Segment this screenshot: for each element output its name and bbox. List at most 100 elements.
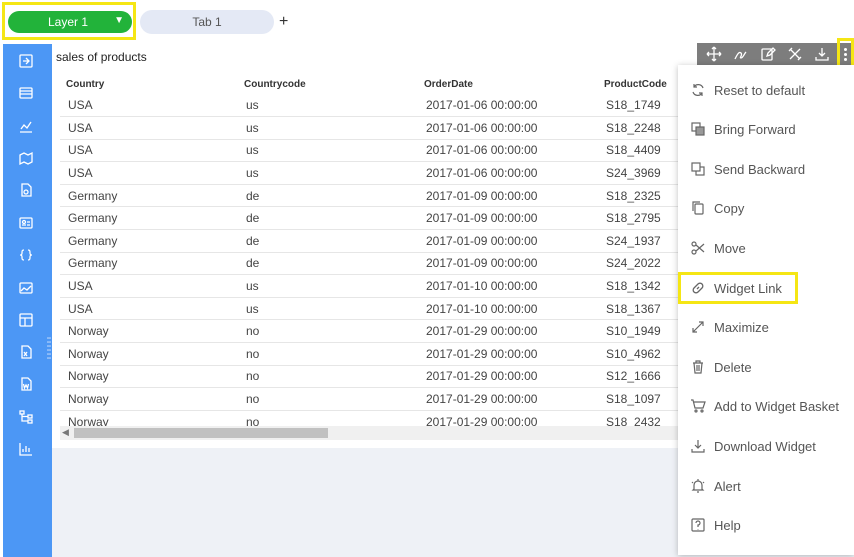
column-header[interactable]: Countrycode	[238, 74, 418, 94]
sidebar-layout-icon[interactable]	[17, 311, 35, 329]
table-cell: 2017-01-09 00:00:00	[418, 184, 598, 208]
table-cell: Germany	[60, 229, 238, 253]
help-icon	[690, 517, 706, 533]
menu-item-copy[interactable]: Copy	[678, 191, 854, 225]
table-cell: S24_2022	[598, 252, 678, 276]
table-cell: de	[238, 206, 418, 231]
menu-item-maximize[interactable]: Maximize	[678, 310, 854, 344]
menu-item-add-to-basket[interactable]: Add to Widget Basket	[678, 389, 854, 423]
table-row[interactable]: Norway no 2017-01-29 00:00:00 S10_4962	[60, 342, 678, 366]
menu-item-reset[interactable]: Reset to default	[678, 73, 854, 107]
table-cell: Germany	[60, 206, 238, 231]
menu-item-move[interactable]: Move	[678, 231, 854, 265]
table-cell: Norway	[60, 387, 238, 411]
table-cell: USA	[60, 116, 238, 140]
table-row[interactable]: Germany de 2017-01-09 00:00:00 S18_2325	[60, 184, 678, 208]
sidebar	[3, 44, 52, 557]
menu-item-help[interactable]: Help	[678, 508, 854, 542]
scroll-left-icon[interactable]: ◀	[62, 427, 69, 438]
table-cell: Germany	[60, 252, 238, 276]
table-cell: S18_2795	[598, 206, 678, 231]
table-cell: Norway	[60, 319, 238, 344]
column-header[interactable]: ProductCode	[598, 74, 678, 94]
table-cell: us	[238, 161, 418, 185]
table-row[interactable]: USA us 2017-01-06 00:00:00 S18_2248	[60, 116, 678, 140]
table-row[interactable]: Germany de 2017-01-09 00:00:00 S18_2795	[60, 206, 678, 231]
edit-icon[interactable]	[760, 46, 776, 62]
menu-item-alert[interactable]: Alert	[678, 469, 854, 503]
table-cell: 2017-01-06 00:00:00	[418, 94, 598, 118]
tools-icon[interactable]	[787, 46, 803, 62]
add-tab-button[interactable]: +	[279, 12, 288, 32]
more-options-icon[interactable]	[840, 43, 851, 65]
tab-1[interactable]: Tab 1	[140, 10, 274, 34]
table-cell: S24_3969	[598, 161, 678, 185]
table-cell: S18_1749	[598, 94, 678, 118]
download-toolbar-icon[interactable]	[814, 46, 830, 62]
horizontal-scrollbar[interactable]: ◀	[60, 426, 680, 440]
sidebar-report-icon[interactable]	[17, 440, 35, 458]
column-header[interactable]: OrderDate	[418, 74, 598, 94]
layer-dropdown[interactable]: Layer 1 ▼	[8, 11, 132, 33]
table-cell: 2017-01-06 00:00:00	[418, 161, 598, 185]
sidebar-code-icon[interactable]	[17, 246, 35, 264]
basket-icon	[690, 398, 706, 414]
table-cell: 2017-01-09 00:00:00	[418, 229, 598, 253]
menu-item-download-widget[interactable]: Download Widget	[678, 429, 854, 463]
menu-item-delete[interactable]: Delete	[678, 350, 854, 384]
table-cell: 2017-01-29 00:00:00	[418, 387, 598, 411]
scrollbar-thumb[interactable]	[74, 428, 328, 438]
table-cell: S18_1342	[598, 274, 678, 298]
table-cell: S10_1949	[598, 319, 678, 344]
table-cell: S18_4409	[598, 139, 678, 163]
sidebar-word-icon[interactable]	[17, 375, 35, 393]
data-table: Country Countrycode OrderDate ProductCod…	[60, 74, 678, 434]
refresh-icon	[690, 82, 706, 98]
table-cell: USA	[60, 139, 238, 163]
trash-icon	[690, 359, 706, 375]
menu-item-send-backward[interactable]: Send Backward	[678, 152, 854, 186]
maximize-icon	[690, 319, 706, 335]
bring-forward-icon	[690, 121, 706, 137]
table-row[interactable]: USA us 2017-01-10 00:00:00 S18_1342	[60, 274, 678, 298]
table-row[interactable]: USA us 2017-01-06 00:00:00 S24_3969	[60, 161, 678, 185]
scissors-icon	[690, 240, 706, 256]
sidebar-table-icon[interactable]	[17, 84, 35, 102]
table-cell: us	[238, 116, 418, 140]
table-cell: us	[238, 297, 418, 321]
sidebar-document-icon[interactable]	[17, 181, 35, 199]
move-icon[interactable]	[706, 46, 722, 62]
table-row[interactable]: Germany de 2017-01-09 00:00:00 S24_2022	[60, 252, 678, 276]
table-row[interactable]: USA us 2017-01-10 00:00:00 S18_1367	[60, 297, 678, 321]
table-cell: 2017-01-06 00:00:00	[418, 116, 598, 140]
table-row[interactable]: USA us 2017-01-06 00:00:00 S18_4409	[60, 139, 678, 163]
table-row[interactable]: Norway no 2017-01-29 00:00:00 S10_1949	[60, 319, 678, 344]
table-row[interactable]: Germany de 2017-01-09 00:00:00 S24_1937	[60, 229, 678, 253]
table-cell: de	[238, 229, 418, 253]
table-row[interactable]: Norway no 2017-01-29 00:00:00 S18_1097	[60, 387, 678, 411]
table-cell: Norway	[60, 342, 238, 366]
table-cell: no	[238, 387, 418, 411]
sidebar-tree-icon[interactable]	[17, 408, 35, 426]
sidebar-map-icon[interactable]	[17, 149, 35, 167]
sidebar-excel-icon[interactable]	[17, 343, 35, 361]
sidebar-card-icon[interactable]	[17, 214, 35, 232]
table-cell: S10_4962	[598, 342, 678, 366]
sidebar-image-icon[interactable]	[17, 279, 35, 297]
table-cell: 2017-01-29 00:00:00	[418, 342, 598, 366]
table-cell: 2017-01-10 00:00:00	[418, 274, 598, 298]
table-cell: no	[238, 342, 418, 366]
table-cell: USA	[60, 274, 238, 298]
table-cell: S12_1666	[598, 365, 678, 389]
table-header-row: Country Countrycode OrderDate ProductCod…	[60, 74, 678, 94]
sidebar-expand-icon[interactable]	[17, 52, 35, 70]
table-cell: us	[238, 94, 418, 118]
draw-icon[interactable]	[733, 46, 749, 62]
column-header[interactable]: Country	[60, 74, 238, 94]
menu-item-bring-forward[interactable]: Bring Forward	[678, 112, 854, 146]
table-row[interactable]: USA us 2017-01-06 00:00:00 S18_1749	[60, 94, 678, 118]
sidebar-resize-handle[interactable]	[47, 336, 51, 362]
sidebar-chart-icon[interactable]	[17, 117, 35, 135]
table-cell: 2017-01-29 00:00:00	[418, 365, 598, 389]
table-row[interactable]: Norway no 2017-01-29 00:00:00 S12_1666	[60, 365, 678, 389]
